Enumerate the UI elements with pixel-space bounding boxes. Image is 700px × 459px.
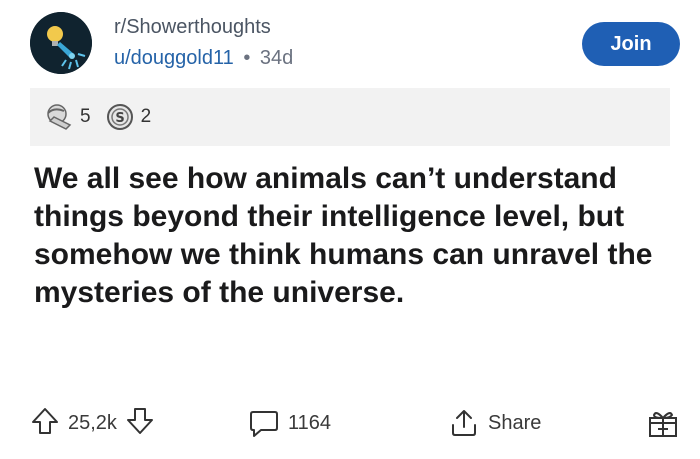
comment-bubble-icon (250, 411, 278, 437)
facepalm-award-icon (47, 104, 72, 130)
vote-group: 25,2k (30, 398, 155, 448)
post-title[interactable]: We all see how animals can’t understand … (34, 160, 654, 312)
author-line: u/douggold11 • 34d (114, 44, 293, 72)
post-age: 34d (259, 47, 294, 69)
post-meta: r/Showerthoughts u/douggold11 • 34d (114, 14, 293, 72)
downvote-arrow-icon[interactable] (125, 406, 155, 441)
separator-dot: • (243, 47, 251, 69)
share-label: Share (488, 411, 542, 434)
author-username[interactable]: u/douggold11 (114, 47, 234, 69)
awards-bar[interactable]: 5 S 2 (30, 88, 670, 146)
vote-count: 25,2k (68, 411, 117, 434)
subreddit-name[interactable]: r/Showerthoughts (114, 14, 293, 40)
comments-button[interactable]: 1164 (248, 398, 331, 448)
lightbulb-shower-icon (30, 12, 92, 74)
gift-icon (649, 412, 677, 437)
subreddit-avatar[interactable] (30, 12, 92, 74)
post-header: r/Showerthoughts u/douggold11 • 34d Join (30, 12, 680, 82)
action-bar: 25,2k 1164 Share (30, 398, 680, 448)
award-count: 2 (140, 106, 152, 127)
award-facepalm[interactable]: 5 (42, 101, 91, 133)
award-silver[interactable]: S 2 (105, 102, 152, 132)
join-button[interactable]: Join (582, 22, 680, 66)
upvote-arrow-icon[interactable] (30, 406, 60, 441)
share-icon (452, 410, 476, 436)
share-button[interactable]: Share (448, 398, 541, 448)
award-gift-button[interactable] (646, 398, 680, 448)
comment-count: 1164 (288, 411, 332, 434)
svg-text:S: S (115, 111, 124, 126)
silver-award-icon: S (106, 104, 133, 130)
award-count: 5 (80, 106, 91, 127)
